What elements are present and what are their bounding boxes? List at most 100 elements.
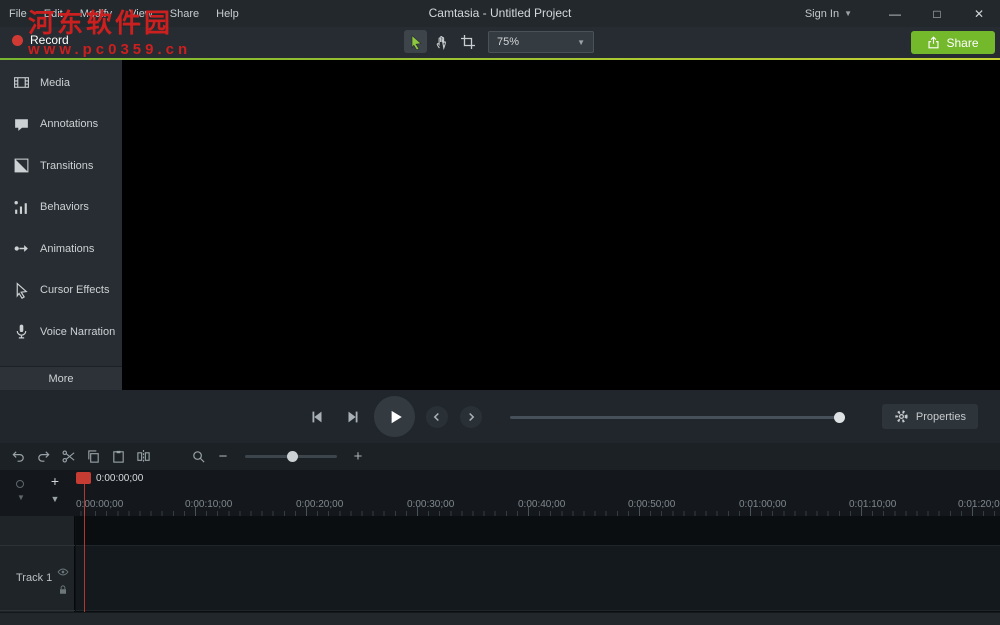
- chevron-right-icon: [464, 410, 478, 424]
- playhead-line[interactable]: [84, 483, 85, 612]
- add-track-button[interactable]: +: [46, 472, 64, 489]
- ruler-label: 0:00:10;00: [185, 499, 232, 510]
- hand-icon: [434, 34, 450, 50]
- sidebar-item-behaviors[interactable]: Behaviors: [0, 187, 122, 229]
- sidebar-item-annotations[interactable]: Annotations: [0, 104, 122, 146]
- playhead-time: 0:00:00;00: [96, 473, 143, 484]
- jump-back-button[interactable]: [426, 406, 448, 428]
- properties-button[interactable]: Properties: [882, 404, 978, 429]
- track-1-lane[interactable]: [76, 545, 1000, 611]
- paste-button[interactable]: [106, 447, 130, 467]
- share-button[interactable]: Share: [911, 31, 995, 54]
- record-label: Record: [30, 33, 69, 47]
- ruler-label: 0:01:00;00: [739, 499, 786, 510]
- track-name: Track 1: [16, 572, 52, 584]
- chevron-left-icon: [430, 410, 444, 424]
- menu-share[interactable]: Share: [170, 8, 199, 20]
- sidebar-item-voice-narration[interactable]: Voice Narration: [0, 311, 122, 353]
- minus-icon: −: [219, 448, 228, 465]
- track-options-icon[interactable]: [16, 480, 24, 488]
- plus-icon: +: [354, 448, 363, 465]
- menu-modify[interactable]: Modify: [80, 8, 112, 20]
- ruler-label: 0:00:40;00: [518, 499, 565, 510]
- timeline-corner: ▼ + ▼: [0, 470, 75, 516]
- sidebar-item-label: Transitions: [40, 160, 93, 172]
- scissors-icon: [61, 449, 76, 464]
- crop-tool-button[interactable]: [456, 30, 479, 53]
- sidebar-item-cursor-effects[interactable]: Cursor Effects: [0, 270, 122, 312]
- menu-view[interactable]: View: [129, 8, 153, 20]
- canvas-tools: [404, 30, 479, 53]
- gear-icon: [894, 409, 909, 424]
- redo-icon: [36, 449, 51, 464]
- timeline: Track 1 ▼ + ▼ 0:00:00;00 0:00:10;00 0:00…: [0, 470, 1000, 625]
- record-icon: [12, 35, 23, 46]
- jump-forward-button[interactable]: [460, 406, 482, 428]
- track-header[interactable]: Track 1: [0, 545, 75, 611]
- seek-slider[interactable]: [510, 416, 840, 419]
- menu-edit[interactable]: Edit: [44, 8, 63, 20]
- crop-icon: [460, 34, 476, 50]
- play-button[interactable]: [374, 396, 415, 437]
- step-forward-button[interactable]: [342, 406, 364, 428]
- menubar: File Edit Modify View Share Help: [9, 0, 239, 27]
- sidebar-more-button[interactable]: More: [0, 366, 122, 390]
- maximize-button[interactable]: □: [916, 0, 958, 27]
- menu-help[interactable]: Help: [216, 8, 239, 20]
- sidebar-item-label: Annotations: [40, 118, 98, 130]
- redo-button[interactable]: [31, 447, 55, 467]
- share-icon: [927, 36, 940, 49]
- timeline-tracks-area[interactable]: [76, 516, 1000, 612]
- sidebar-item-label: Animations: [40, 243, 94, 255]
- track-lock-toggle[interactable]: [57, 584, 69, 596]
- record-button[interactable]: Record: [12, 33, 69, 47]
- titlebar-right: Sign In ▼ — □ ✕: [805, 0, 1000, 27]
- ruler-label: 0:00:30;00: [407, 499, 454, 510]
- sign-in-label: Sign In: [805, 8, 839, 20]
- sidebar-item-label: Voice Narration: [40, 326, 115, 338]
- previous-frame-icon: [308, 408, 326, 426]
- paste-icon: [111, 449, 126, 464]
- editing-canvas[interactable]: [122, 60, 1000, 390]
- timeline-zoom-tool[interactable]: [186, 447, 210, 467]
- menu-file[interactable]: File: [9, 8, 27, 20]
- canvas-zoom-select[interactable]: 75% ▼: [488, 31, 594, 53]
- sidebar-item-transitions[interactable]: Transitions: [0, 145, 122, 187]
- sign-in-button[interactable]: Sign In ▼: [805, 8, 852, 20]
- timeline-zoom-handle[interactable]: [287, 451, 298, 462]
- pan-tool-button[interactable]: [430, 30, 453, 53]
- timeline-scrollbar-area[interactable]: [0, 612, 1000, 625]
- step-back-button[interactable]: [306, 406, 328, 428]
- track-visibility-toggle[interactable]: [57, 566, 69, 578]
- callout-icon: [13, 116, 30, 133]
- toolbar: Record 75% ▼: [0, 27, 1000, 58]
- split-button[interactable]: [131, 447, 155, 467]
- sidebar-item-label: Media: [40, 77, 70, 89]
- sidebar-item-media[interactable]: Media: [0, 62, 122, 104]
- undo-button[interactable]: [6, 447, 30, 467]
- seek-slider-handle[interactable]: [834, 412, 845, 423]
- sidebar-item-label: Cursor Effects: [40, 284, 110, 296]
- sidebar-items: Media Annotations Transitions Behaviors: [0, 60, 122, 353]
- play-icon: [386, 408, 404, 426]
- collapse-tracks-button[interactable]: ▼: [46, 491, 64, 506]
- timeline-toolbar: − +: [0, 443, 1000, 470]
- next-frame-icon: [344, 408, 362, 426]
- cut-button[interactable]: [56, 447, 80, 467]
- timeline-zoom-slider[interactable]: [245, 455, 337, 458]
- close-button[interactable]: ✕: [958, 0, 1000, 27]
- ruler-label: 0:00:50;00: [628, 499, 675, 510]
- cursor-tool-button[interactable]: [404, 30, 427, 53]
- minimize-button[interactable]: —: [874, 0, 916, 27]
- zoom-in-button[interactable]: +: [346, 447, 370, 467]
- chevron-down-icon[interactable]: ▼: [17, 493, 25, 502]
- sidebar-item-animations[interactable]: Animations: [0, 228, 122, 270]
- copy-button[interactable]: [81, 447, 105, 467]
- properties-label: Properties: [916, 411, 966, 423]
- timeline-ruler[interactable]: 0:00:00;00 0:00:10;00 0:00:20;00 0:00:30…: [75, 470, 1000, 516]
- cursor-effects-icon: [13, 282, 30, 299]
- sidebar-item-label: Behaviors: [40, 201, 89, 213]
- ruler-label: 0:01:20;00: [958, 499, 1000, 510]
- zoom-out-button[interactable]: −: [211, 447, 235, 467]
- animation-arrow-icon: [13, 240, 30, 257]
